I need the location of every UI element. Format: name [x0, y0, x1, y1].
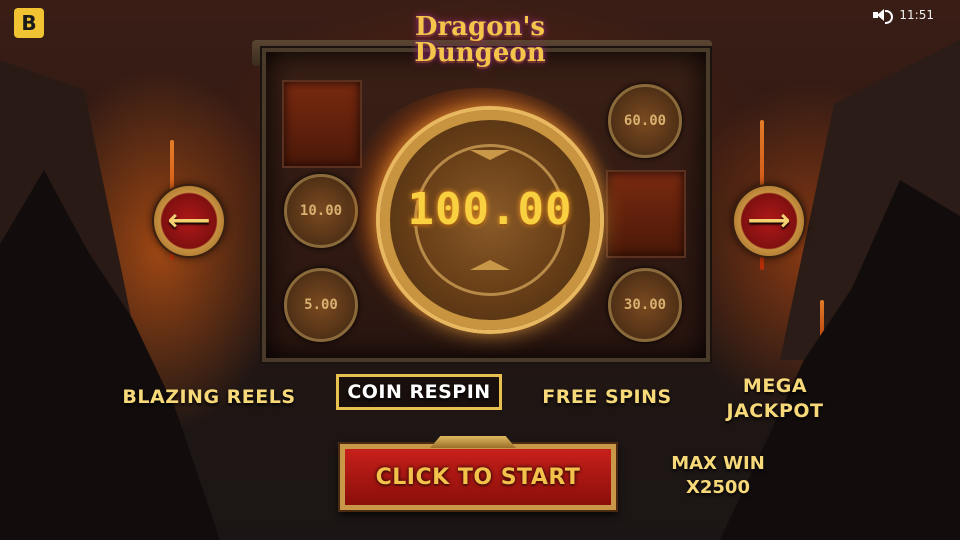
feature-mega-jackpot[interactable]: MEGA JACKPOT — [716, 374, 834, 424]
arrow-left-icon: ⟵ — [167, 203, 211, 238]
feature-blazing-reels[interactable]: BLAZING REELS — [118, 386, 300, 408]
game-title: Dragon's Dungeon — [380, 14, 580, 66]
mini-coin-value: 30.00 — [623, 297, 667, 313]
brand-logo[interactable]: B — [14, 8, 44, 38]
clock-time: 11:51 — [899, 8, 934, 22]
arrow-right-icon: ⟶ — [747, 203, 791, 238]
max-win-multiplier: X2500 — [686, 477, 750, 498]
game-title-line2: Dungeon — [414, 38, 546, 68]
prev-feature-button[interactable]: ⟵ — [154, 186, 224, 256]
click-to-start-button[interactable]: CLICK TO START — [340, 444, 616, 510]
feature-label: BLAZING REELS — [122, 386, 296, 408]
start-button-label: CLICK TO START — [375, 464, 581, 490]
max-win-label: MAX WIN — [671, 453, 765, 474]
mini-coin: 30.00 — [608, 268, 682, 342]
big-coin: 100.00 — [380, 110, 600, 330]
max-win-info: MAX WIN X2500 — [650, 452, 786, 500]
feature-label: MEGA JACKPOT — [726, 375, 824, 422]
feature-label: COIN RESPIN — [347, 381, 491, 403]
mini-coin-value: 10.00 — [299, 203, 343, 219]
mini-coin-value: 60.00 — [623, 113, 667, 129]
mini-coin-value: 5.00 — [304, 297, 338, 313]
speaker-icon[interactable] — [873, 8, 894, 24]
feature-free-spins[interactable]: FREE SPINS — [530, 386, 684, 408]
start-button-ornament — [430, 436, 516, 448]
mini-coin: 60.00 — [608, 84, 682, 158]
reel-cell-empty — [282, 80, 362, 168]
game-title-line1: Dragon's — [414, 12, 546, 42]
feature-label: FREE SPINS — [542, 386, 672, 408]
status-bar: 11:51 — [873, 8, 934, 24]
big-coin-value: 100.00 — [407, 184, 573, 235]
feature-coin-respin[interactable]: COIN RESPIN — [336, 374, 502, 410]
next-feature-button[interactable]: ⟶ — [734, 186, 804, 256]
mini-coin: 5.00 — [284, 268, 358, 342]
